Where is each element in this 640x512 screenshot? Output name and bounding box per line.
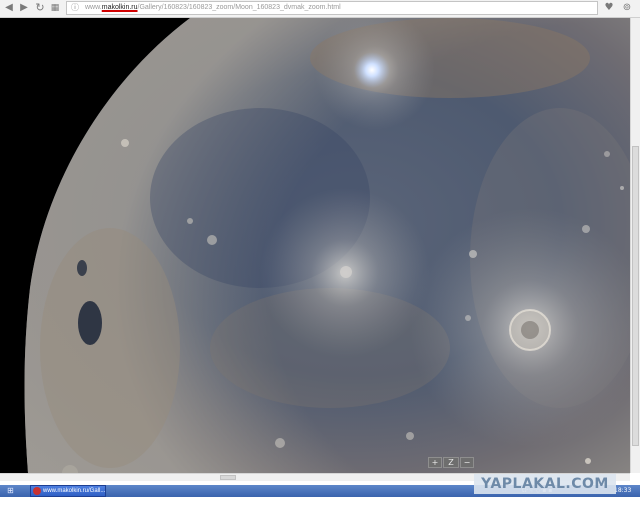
zoom-controls: + Z − [428, 457, 474, 468]
zoom-fit-button[interactable]: Z [443, 457, 459, 468]
taskbar-item-browser[interactable]: www.makolkin.ru/Gall... [30, 485, 106, 497]
forward-arrow-icon[interactable]: ▶ [17, 1, 31, 15]
horizontal-scroll-thumb[interactable] [220, 475, 236, 480]
back-arrow-icon[interactable]: ◀ [2, 1, 16, 15]
taskbar-clock: 18:33 [614, 487, 632, 494]
extension-icon[interactable]: ⊚ [620, 1, 634, 15]
zoom-out-button[interactable]: − [460, 457, 474, 468]
vertical-scroll-thumb[interactable] [632, 146, 639, 446]
heart-icon[interactable]: ♥ [602, 1, 616, 15]
url-host: makolkin.ru [101, 4, 138, 11]
watermark-logo: YAPLAKAL.COM [474, 474, 616, 494]
vertical-scrollbar[interactable] [630, 18, 640, 473]
page-info-icon[interactable]: ⓘ [70, 3, 80, 13]
address-bar[interactable]: ⓘ www.makolkin.ru/Gallery/160823/160823_… [66, 1, 598, 15]
browser-icon [33, 487, 41, 495]
image-viewport [0, 18, 630, 473]
moon-photo [0, 18, 630, 473]
url-path: /Gallery/160823/160823_zoom/Moon_160823_… [137, 4, 341, 11]
taskbar-item-label: www.makolkin.ru/Gall... [43, 488, 106, 494]
zoom-in-button[interactable]: + [428, 457, 442, 468]
reload-icon[interactable]: ↻ [33, 1, 47, 15]
url-prefix: www. [85, 4, 102, 11]
start-button-icon[interactable]: ⊞ [7, 485, 14, 497]
browser-toolbar: ◀ ▶ ↻ ▦ ⓘ www.makolkin.ru/Gallery/160823… [0, 0, 640, 18]
apps-grid-icon[interactable]: ▦ [48, 1, 62, 15]
